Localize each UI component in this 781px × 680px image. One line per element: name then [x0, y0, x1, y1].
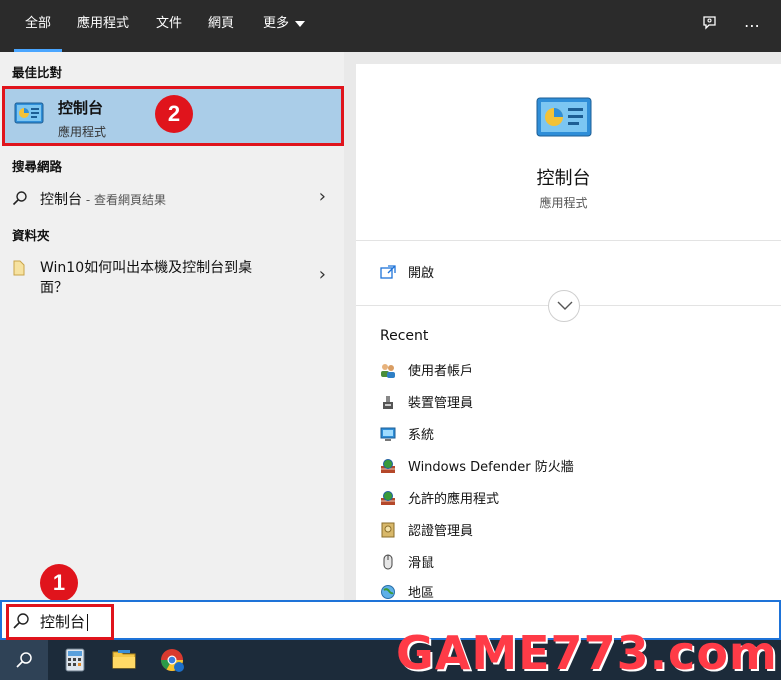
- recent-item-label: 裝置管理員: [408, 396, 474, 411]
- calculator-icon[interactable]: [64, 648, 88, 672]
- search-input-value: 控制台: [40, 613, 86, 631]
- control-panel-icon: [536, 96, 592, 144]
- web-search-suffix: - 查看網頁結果: [82, 193, 166, 207]
- recent-item-users[interactable]: 使用者帳戶: [380, 360, 473, 379]
- recent-item-firewall[interactable]: Windows Defender 防火牆: [380, 456, 574, 475]
- tab-all[interactable]: 全部: [14, 0, 62, 52]
- recent-header: Recent: [380, 328, 429, 344]
- system-icon: [380, 427, 396, 441]
- folder-result-text: Win10如何叫出本機及控制台到桌面？: [40, 260, 253, 296]
- web-search-result[interactable]: 控制台 - 查看網頁結果 ›: [0, 182, 344, 216]
- folders-header: 資料夾: [12, 228, 50, 243]
- chrome-icon[interactable]: [160, 648, 184, 672]
- search-icon: [16, 652, 32, 668]
- text-cursor: [87, 614, 89, 631]
- tab-apps[interactable]: 應用程式: [68, 0, 138, 52]
- watermark: GAME773.com: [396, 626, 778, 680]
- folder-icon: [13, 260, 25, 276]
- search-icon: [12, 191, 27, 206]
- device-manager-icon: [383, 395, 393, 409]
- best-match-subtitle: 應用程式: [58, 125, 107, 139]
- web-search-text: 控制台 - 查看網頁結果: [40, 189, 166, 209]
- chevron-right-icon: ›: [318, 186, 326, 207]
- mouse-icon: [383, 554, 393, 569]
- recent-item-allowed-apps[interactable]: 允許的應用程式: [380, 488, 499, 507]
- file-explorer-icon[interactable]: [112, 648, 136, 672]
- results-panel: 最佳比對 控制台 應用程式 2 搜尋網路 控制台 - 查看網頁結果 › 資料夾 …: [0, 52, 344, 602]
- recent-item-label: 滑鼠: [408, 556, 435, 571]
- credential-icon: [381, 522, 395, 537]
- search-input[interactable]: 控制台: [40, 611, 89, 632]
- recent-item-label: 地區: [408, 586, 435, 601]
- more-options-icon[interactable]: ⋯: [740, 14, 764, 38]
- detail-panel: 控制台 應用程式 開啟 Recent 使用者帳戶 裝置管理員 系統 Window…: [356, 64, 781, 601]
- control-panel-icon: [14, 101, 44, 131]
- region-icon: [381, 584, 395, 599]
- recent-item-system[interactable]: 系統: [380, 424, 434, 443]
- recent-item-mouse[interactable]: 滑鼠: [380, 552, 434, 571]
- recent-item-credential-manager[interactable]: 認證管理員: [380, 520, 473, 539]
- tab-more[interactable]: 更多: [254, 0, 314, 52]
- chevron-down-icon: [557, 301, 573, 310]
- search-filter-bar: 全部 應用程式 文件 網頁 更多 ⋯: [0, 0, 781, 52]
- best-match-item[interactable]: 控制台 應用程式 2: [2, 86, 344, 146]
- detail-title: 控制台: [536, 168, 591, 189]
- recent-item-label: 允許的應用程式: [408, 492, 500, 507]
- recent-item-label: Windows Defender 防火牆: [408, 460, 574, 475]
- recent-item-label: 系統: [408, 428, 435, 443]
- taskbar-search-button[interactable]: [0, 640, 48, 680]
- firewall-icon: [381, 490, 395, 505]
- recent-item-label: 使用者帳戶: [408, 364, 474, 379]
- best-match-header: 最佳比對: [12, 65, 63, 80]
- recent-item-device-manager[interactable]: 裝置管理員: [380, 392, 473, 411]
- tab-web[interactable]: 網頁: [198, 0, 244, 52]
- open-label: 開啟: [408, 266, 435, 281]
- chevron-right-icon: ›: [318, 264, 326, 285]
- web-search-header: 搜尋網路: [12, 159, 63, 174]
- folder-result[interactable]: Win10如何叫出本機及控制台到桌面？ ›: [0, 252, 344, 302]
- open-icon: [380, 264, 396, 279]
- recent-item-label: 認證管理員: [408, 524, 474, 539]
- search-icon: [13, 613, 29, 629]
- detail-subtitle: 應用程式: [539, 196, 588, 210]
- recent-item-region[interactable]: 地區: [380, 582, 434, 601]
- chevron-down-icon: [295, 20, 305, 27]
- feedback-icon[interactable]: [698, 14, 722, 38]
- best-match-title: 控制台: [58, 99, 104, 117]
- tab-documents[interactable]: 文件: [148, 0, 190, 52]
- web-search-term: 控制台: [40, 192, 82, 208]
- annotation-badge-2: 2: [155, 95, 193, 133]
- divider: [356, 240, 781, 241]
- tab-more-label: 更多: [262, 16, 289, 31]
- expand-button[interactable]: [548, 290, 580, 322]
- firewall-icon: [381, 458, 395, 473]
- annotation-badge-1: 1: [40, 564, 78, 602]
- users-icon: [381, 363, 395, 378]
- open-action[interactable]: 開啟: [380, 262, 434, 281]
